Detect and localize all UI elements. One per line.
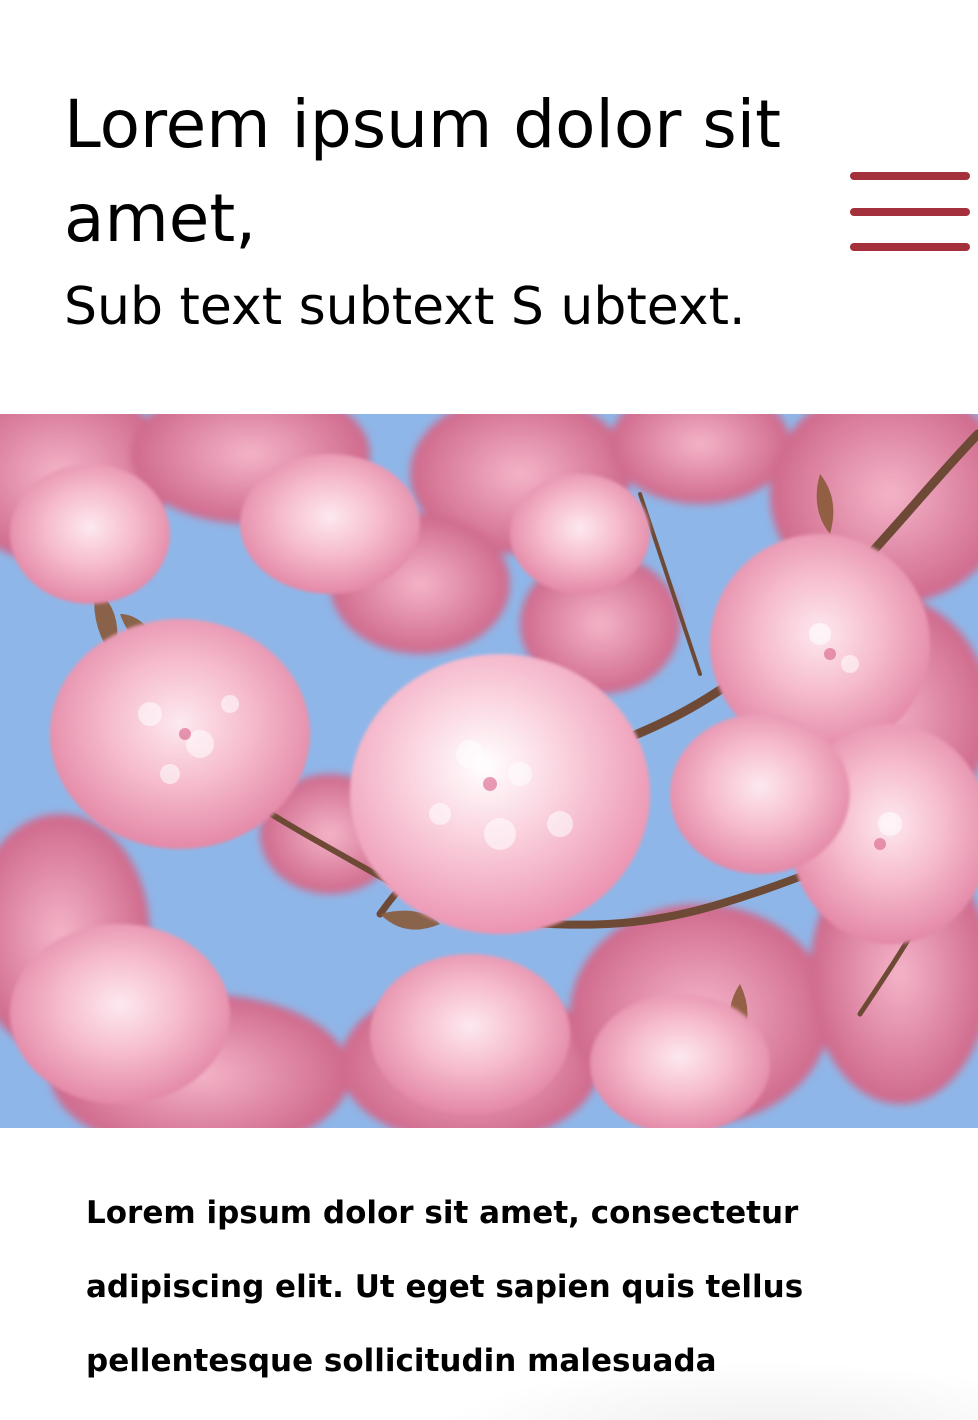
body-paragraph: Lorem ipsum dolor sit amet, consectetur … [86,1195,804,1420]
menu-bar-middle [850,208,970,216]
menu-bar-bottom [850,243,970,251]
menu-bar-top [850,172,970,180]
page-title: Lorem ipsum dolor sit amet, [64,86,781,257]
hamburger-menu-icon[interactable] [850,170,970,252]
page-subtitle: Sub text subtext S ubtext. [64,277,746,337]
page-header: Lorem ipsum dolor sit amet, Sub text sub… [0,0,978,414]
cherry-blossom-photo [0,414,978,1128]
content-section: Lorem ipsum dolor sit amet, consectetur … [86,1176,846,1420]
